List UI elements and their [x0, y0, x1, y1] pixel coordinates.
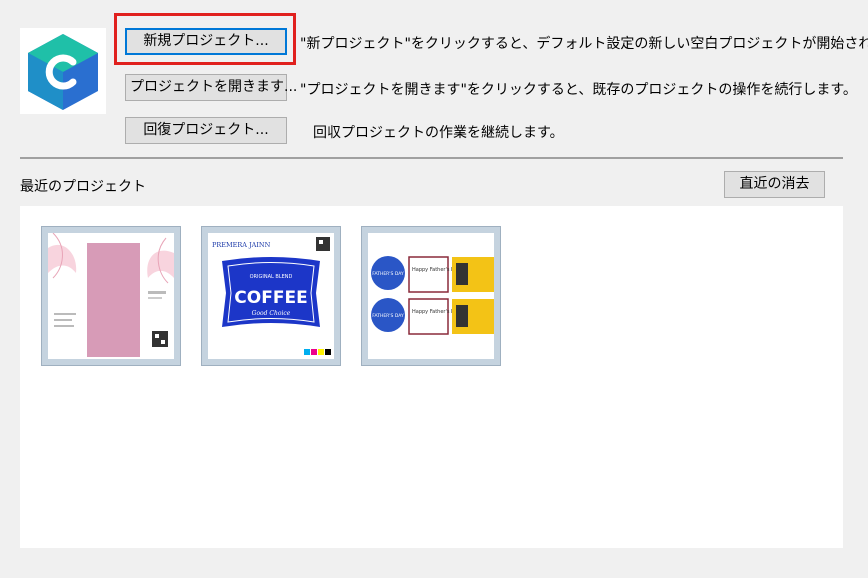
recover-project-description: 回収プロジェクトの作業を継続します。	[313, 125, 564, 141]
pink-flyer-preview	[48, 233, 174, 357]
recent-project-thumbnail[interactable]: PREMERA JAINN ORIGINAL BLEND COFFEE Good…	[201, 226, 341, 366]
new-project-button[interactable]: 新規プロジェクト...	[125, 28, 287, 55]
separator	[20, 157, 843, 159]
coffee-tagline-text: Good Choice	[252, 310, 291, 317]
recent-projects-panel: PREMERA JAINN ORIGINAL BLEND COFFEE Good…	[20, 206, 843, 548]
new-project-description: "新プロジェクト"をクリックすると、デフォルト設定の新しい空白プロジェクトが開始…	[300, 36, 868, 52]
fathers-day-circle-text-1: FATHER'S DAY	[372, 271, 404, 277]
open-project-button[interactable]: プロジェクトを開きます...	[125, 74, 297, 101]
fathers-day-circle-text-2: FATHER'S DAY	[372, 313, 404, 319]
coffee-label-preview: PREMERA JAINN ORIGINAL BLEND COFFEE Good…	[212, 237, 331, 355]
recent-project-thumbnail[interactable]	[41, 226, 181, 366]
coffee-title-text: COFFEE	[234, 288, 307, 308]
recent-project-thumbnail[interactable]: FATHER'S DAY FATHER'S DAY Happy Father's…	[361, 226, 501, 366]
coffee-badge-text: ORIGINAL BLEND	[250, 274, 293, 280]
recent-projects-label: 最近のプロジェクト	[20, 179, 146, 195]
coffee-brand-text: PREMERA JAINN	[212, 241, 271, 249]
open-project-description: "プロジェクトを開きます"をクリックすると、既存のプロジェクトの操作を続行します…	[300, 82, 857, 98]
app-logo	[20, 28, 106, 114]
clear-recent-button[interactable]: 直近の消去	[724, 171, 825, 198]
fathers-day-preview: FATHER'S DAY FATHER'S DAY Happy Father's…	[371, 256, 494, 335]
recover-project-button[interactable]: 回復プロジェクト...	[125, 117, 287, 144]
c-logo-icon	[28, 34, 98, 110]
